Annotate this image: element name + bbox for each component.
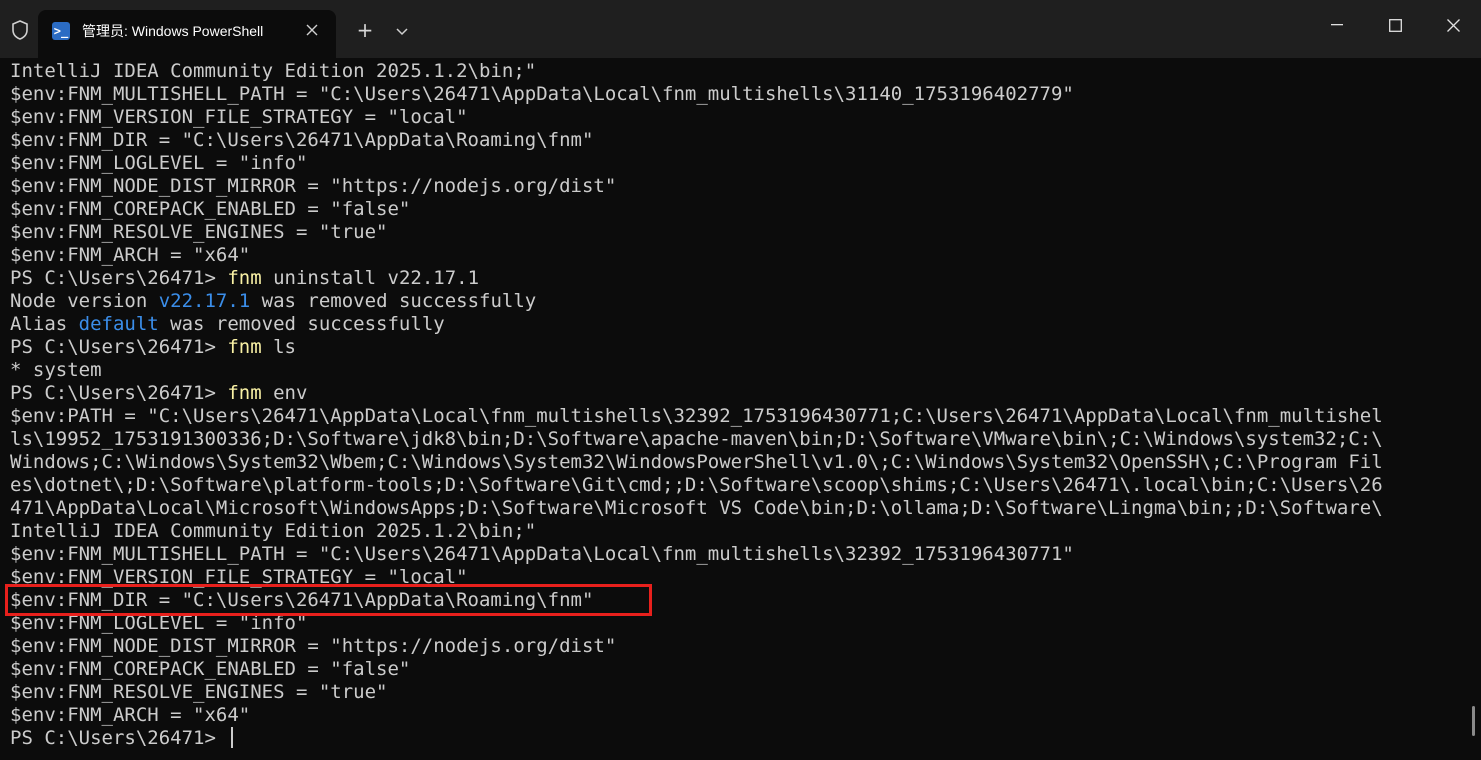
prompt-text: PS C:\Users\26471> xyxy=(10,382,228,404)
terminal-text: $env:FNM_NODE_DIST_MIRROR = "https://nod… xyxy=(10,635,617,657)
tab-powershell[interactable]: >_ 管理员: Windows PowerShell xyxy=(38,10,336,58)
powershell-window: >_ 管理员: Windows PowerShell + IntelliJ ID… xyxy=(0,0,1481,760)
terminal-text: es\dotnet\;D:\Software\platform-tools;D:… xyxy=(10,474,1383,496)
prompt-text: PS C:\Users\26471> xyxy=(10,727,228,749)
terminal-text: $env:FNM_COREPACK_ENABLED = "false" xyxy=(10,198,411,220)
chevron-down-icon[interactable] xyxy=(390,20,414,44)
output-text: Node version xyxy=(10,290,159,312)
terminal-line: $env:FNM_DIR = "C:\Users\26471\AppData\R… xyxy=(10,129,1460,152)
highlighted-value: default xyxy=(78,313,159,335)
command-name: fnm xyxy=(227,382,262,404)
terminal-line: IntelliJ IDEA Community Edition 2025.1.2… xyxy=(10,520,1460,543)
terminal-text: $env:FNM_VERSION_FILE_STRATEGY = "local" xyxy=(10,106,468,128)
command-args: uninstall v22.17.1 xyxy=(261,267,480,289)
prompt-text: PS C:\Users\26471> xyxy=(10,267,228,289)
scrollbar[interactable] xyxy=(1472,706,1475,736)
terminal-line: $env:FNM_MULTISHELL_PATH = "C:\Users\264… xyxy=(10,83,1460,106)
close-window-button[interactable] xyxy=(1430,10,1476,40)
highlighted-value: v22.17.1 xyxy=(158,290,251,312)
highlight-box xyxy=(5,584,652,616)
command-args: ls xyxy=(261,336,296,358)
terminal-line: $env:FNM_RESOLVE_ENGINES = "true" xyxy=(10,221,1460,244)
close-tab-icon[interactable] xyxy=(300,18,324,42)
terminal-text: $env:FNM_LOGLEVEL = "info" xyxy=(10,152,308,174)
title-bar[interactable]: >_ 管理员: Windows PowerShell + xyxy=(0,0,1481,58)
command-args: env xyxy=(261,382,308,404)
output-text: was removed successfully xyxy=(250,290,537,312)
terminal-text: 471\AppData\Local\Microsoft\WindowsApps;… xyxy=(10,497,1383,519)
terminal-line: $env:FNM_VERSION_FILE_STRATEGY = "local" xyxy=(10,106,1460,129)
terminal-line: $env:FNM_LOGLEVEL = "info" xyxy=(10,152,1460,175)
terminal-line: $env:FNM_ARCH = "x64" xyxy=(10,704,1460,727)
terminal-text: $env:FNM_RESOLVE_ENGINES = "true" xyxy=(10,681,388,703)
terminal-line: Alias default was removed successfully xyxy=(10,313,1460,336)
terminal-line: $env:FNM_NODE_DIST_MIRROR = "https://nod… xyxy=(10,635,1460,658)
terminal-line: Windows;C:\Windows\System32\Wbem;C:\Wind… xyxy=(10,451,1460,474)
terminal-line: PS C:\Users\26471> fnm uninstall v22.17.… xyxy=(10,267,1460,290)
tab-title: 管理员: Windows PowerShell xyxy=(82,23,264,39)
terminal-line: es\dotnet\;D:\Software\platform-tools;D:… xyxy=(10,474,1460,497)
terminal-text: * system xyxy=(10,359,102,381)
terminal-line: $env:FNM_COREPACK_ENABLED = "false" xyxy=(10,198,1460,221)
terminal-text: $env:FNM_RESOLVE_ENGINES = "true" xyxy=(10,221,388,243)
command-name: fnm xyxy=(227,336,262,358)
minimize-button[interactable] xyxy=(1314,10,1360,40)
terminal-line: PS C:\Users\26471> fnm ls xyxy=(10,336,1460,359)
terminal-line: Node version v22.17.1 was removed succes… xyxy=(10,290,1460,313)
terminal-output[interactable]: IntelliJ IDEA Community Edition 2025.1.2… xyxy=(10,60,1460,760)
terminal-text: $env:FNM_ARCH = "x64" xyxy=(10,704,251,726)
terminal-line: $env:PATH = "C:\Users\26471\AppData\Loca… xyxy=(10,405,1460,428)
terminal-line: $env:FNM_MULTISHELL_PATH = "C:\Users\264… xyxy=(10,543,1460,566)
terminal-line: 471\AppData\Local\Microsoft\WindowsApps;… xyxy=(10,497,1460,520)
command-name: fnm xyxy=(227,267,262,289)
terminal-text: IntelliJ IDEA Community Edition 2025.1.2… xyxy=(10,520,537,542)
terminal-line: $env:FNM_ARCH = "x64" xyxy=(10,244,1460,267)
terminal-text: IntelliJ IDEA Community Edition 2025.1.2… xyxy=(10,60,537,82)
shield-icon xyxy=(9,19,31,41)
terminal-text: $env:FNM_ARCH = "x64" xyxy=(10,244,251,266)
terminal-text: $env:PATH = "C:\Users\26471\AppData\Loca… xyxy=(10,405,1383,427)
terminal-line: IntelliJ IDEA Community Edition 2025.1.2… xyxy=(10,60,1460,83)
terminal-text: $env:FNM_NODE_DIST_MIRROR = "https://nod… xyxy=(10,175,617,197)
terminal-line: $env:FNM_COREPACK_ENABLED = "false" xyxy=(10,658,1460,681)
terminal-text: Windows;C:\Windows\System32\Wbem;C:\Wind… xyxy=(10,451,1383,473)
powershell-icon: >_ xyxy=(52,22,70,40)
terminal-line: $env:FNM_RESOLVE_ENGINES = "true" xyxy=(10,681,1460,704)
terminal-text: ls\19952_1753191300336;D:\Software\jdk8\… xyxy=(10,428,1383,450)
prompt-text: PS C:\Users\26471> xyxy=(10,336,228,358)
terminal-line: * system xyxy=(10,359,1460,382)
terminal-text: $env:FNM_MULTISHELL_PATH = "C:\Users\264… xyxy=(10,543,1074,565)
output-text: Alias xyxy=(10,313,79,335)
text-cursor xyxy=(231,727,234,748)
terminal-line: ls\19952_1753191300336;D:\Software\jdk8\… xyxy=(10,428,1460,451)
terminal-line: PS C:\Users\26471> xyxy=(10,727,1460,750)
terminal-text: $env:FNM_MULTISHELL_PATH = "C:\Users\264… xyxy=(10,83,1074,105)
maximize-button[interactable] xyxy=(1372,10,1418,40)
terminal-text: $env:FNM_DIR = "C:\Users\26471\AppData\R… xyxy=(10,129,594,151)
terminal-line: PS C:\Users\26471> fnm env xyxy=(10,382,1460,405)
terminal-line: $env:FNM_NODE_DIST_MIRROR = "https://nod… xyxy=(10,175,1460,198)
new-tab-button[interactable]: + xyxy=(352,18,378,44)
output-text: was removed successfully xyxy=(158,313,445,335)
terminal-text: $env:FNM_COREPACK_ENABLED = "false" xyxy=(10,658,411,680)
